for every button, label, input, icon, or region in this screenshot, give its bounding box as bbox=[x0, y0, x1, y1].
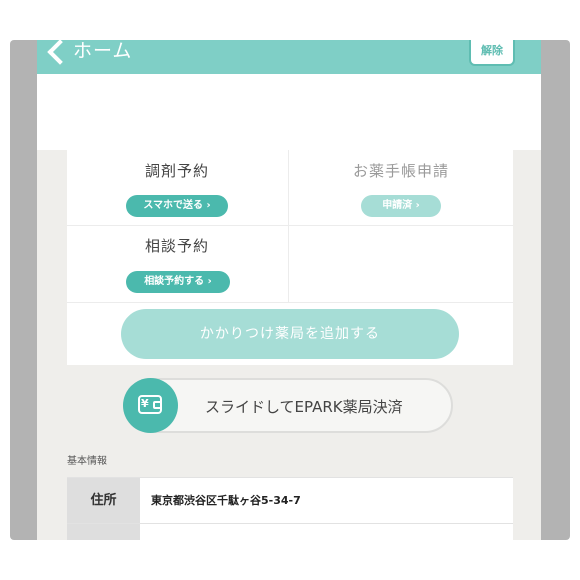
book-consultation-button[interactable]: 相談予約する › bbox=[126, 271, 230, 293]
header-spacer bbox=[37, 74, 541, 150]
divider-horizontal bbox=[67, 302, 513, 303]
send-by-smartphone-button[interactable]: スマホで送る › bbox=[126, 195, 228, 217]
slide-to-pay-label: スライドしてEPARK薬局決済 bbox=[205, 398, 403, 416]
notebook-applied-button[interactable]: 申請済 › bbox=[361, 195, 441, 217]
info-row-tel: TEL 00012345678 bbox=[67, 523, 513, 540]
info-key: TEL bbox=[67, 524, 140, 540]
add-pharmacy-button[interactable]: かかりつけ薬局を追加する bbox=[121, 309, 459, 359]
slide-to-pay-control[interactable]: ¥ スライドしてEPARK薬局決済 bbox=[123, 378, 453, 433]
info-key: 住所 bbox=[67, 478, 140, 523]
app-header: ホーム 解除 bbox=[37, 40, 541, 74]
app-screen: ホーム 解除 調剤予約 スマホで送る › お薬手帳申請 申請済 › 相談予約 相… bbox=[37, 40, 541, 540]
consultation-reservation-title: 相談予約 bbox=[144, 237, 209, 255]
basic-info-heading: 基本情報 bbox=[67, 456, 107, 467]
back-label: ホーム bbox=[73, 40, 133, 62]
address-value: 東京都渋谷区千駄ヶ谷5-34-7 bbox=[151, 494, 301, 507]
slide-handle[interactable]: ¥ bbox=[123, 378, 178, 433]
info-row-address: 住所 東京都渋谷区千駄ヶ谷5-34-7 bbox=[67, 477, 513, 523]
wallet-yen-icon: ¥ bbox=[138, 395, 162, 414]
unset-button[interactable]: 解除 bbox=[469, 40, 515, 66]
medicine-notebook-title: お薬手帳申請 bbox=[352, 162, 449, 180]
divider-horizontal bbox=[67, 225, 513, 226]
pharmacy-actions-card: 調剤予約 スマホで送る › お薬手帳申請 申請済 › 相談予約 相談予約する ›… bbox=[67, 150, 513, 365]
phone-link[interactable]: 00012345678 bbox=[151, 524, 235, 540]
prescription-reservation-title: 調剤予約 bbox=[144, 162, 209, 180]
divider-vertical bbox=[288, 150, 289, 302]
chevron-left-icon bbox=[47, 40, 73, 65]
